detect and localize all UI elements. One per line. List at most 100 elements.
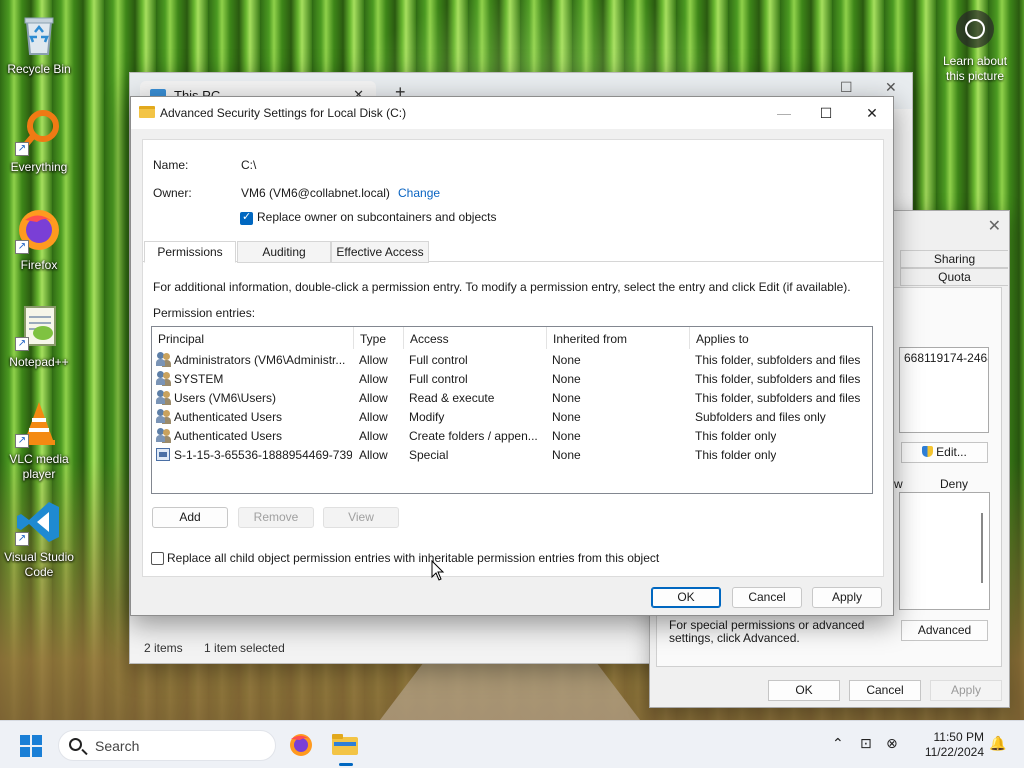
- cell-inherited: None: [552, 391, 581, 405]
- volume-muted-icon[interactable]: ⊗: [886, 735, 898, 752]
- properties-apply-button[interactable]: Apply: [930, 680, 1002, 701]
- learn-about-picture[interactable]: Learn about this picture: [935, 10, 1015, 84]
- cell-principal: Authenticated Users: [174, 429, 283, 443]
- column-principal[interactable]: Principal: [152, 327, 354, 349]
- clock-time: 11:50 PM: [933, 730, 984, 744]
- close-icon[interactable]: ✕: [859, 101, 885, 125]
- clock-date: 11/22/2024: [924, 745, 984, 759]
- desktop-icon-label: Everything: [10, 160, 68, 174]
- folder-icon: [332, 734, 358, 755]
- taskbar-firefox[interactable]: [286, 730, 316, 760]
- table-row[interactable]: Authenticated Users Allow Modify None Su…: [152, 408, 872, 427]
- table-row[interactable]: SYSTEM Allow Full control None This fold…: [152, 370, 872, 389]
- network-icon[interactable]: ⊡: [860, 735, 872, 752]
- info-text: For additional information, double-click…: [153, 280, 851, 294]
- dialog-tabs: Permissions Auditing Effective Access: [143, 240, 883, 263]
- minimize-icon[interactable]: —: [771, 101, 797, 125]
- active-app-indicator: [339, 763, 353, 766]
- cell-applies: Subfolders and files only: [695, 410, 826, 424]
- desktop-icon-recycle-bin[interactable]: Recycle Bin: [1, 10, 77, 77]
- properties-cancel-button[interactable]: Cancel: [849, 680, 921, 701]
- edit-button[interactable]: Edit...: [901, 442, 988, 463]
- start-button[interactable]: [20, 735, 42, 757]
- cell-access: Full control: [409, 372, 468, 386]
- column-type[interactable]: Type: [354, 327, 404, 349]
- cell-applies: This folder, subfolders and files: [695, 353, 861, 367]
- sid-icon: [156, 448, 170, 461]
- replace-owner-checkbox[interactable]: [240, 210, 253, 225]
- apply-button[interactable]: Apply: [812, 587, 882, 608]
- desktop-icon-vlc[interactable]: ↗ VLC media player: [1, 400, 77, 482]
- table-row[interactable]: Users (VM6\Users) Allow Read & execute N…: [152, 389, 872, 408]
- cell-type: Allow: [359, 372, 388, 386]
- cell-principal: Authenticated Users: [174, 410, 283, 424]
- scrollbar[interactable]: [981, 513, 983, 583]
- owner-value: VM6 (VM6@collabnet.local): [241, 186, 390, 200]
- desktop-icon-label: Recycle Bin: [7, 62, 71, 76]
- taskbar-search[interactable]: Search: [58, 730, 276, 761]
- tab-quota[interactable]: Quota: [900, 268, 1008, 286]
- remove-button[interactable]: Remove: [238, 507, 314, 528]
- users-icon: [156, 371, 172, 386]
- desktop-icon-firefox[interactable]: ↗ Firefox: [1, 206, 77, 273]
- desktop-icon-label: Firefox: [20, 258, 58, 272]
- column-applies-to[interactable]: Applies to: [690, 327, 872, 349]
- add-button[interactable]: Add: [152, 507, 228, 528]
- desktop-icon-everything[interactable]: ↗ Everything: [1, 108, 77, 175]
- column-inherited-from[interactable]: Inherited from: [547, 327, 690, 349]
- tab-auditing[interactable]: Auditing: [237, 241, 331, 263]
- maximize-icon[interactable]: ☐: [840, 79, 853, 96]
- permissions-list: [899, 492, 990, 610]
- tab-sharing[interactable]: Sharing: [900, 250, 1008, 268]
- table-row[interactable]: S-1-15-3-65536-1888954469-739... Allow S…: [152, 446, 872, 465]
- tab-permissions[interactable]: Permissions: [144, 241, 236, 263]
- table-row[interactable]: Authenticated Users Allow Create folders…: [152, 427, 872, 446]
- table-row[interactable]: Administrators (VM6\Administr... Allow F…: [152, 351, 872, 370]
- taskbar-clock[interactable]: 11:50 PM 11/22/2024: [912, 730, 984, 760]
- cell-applies: This folder only: [695, 429, 777, 443]
- permission-entries-label: Permission entries:: [153, 306, 256, 320]
- replace-owner-label: Replace owner on subcontainers and objec…: [257, 210, 497, 224]
- users-icon: [156, 352, 172, 367]
- replace-child-permissions-label: Replace all child object permission entr…: [167, 551, 660, 565]
- folder-icon: [139, 106, 155, 118]
- learn-about-label: Learn about this picture: [942, 54, 1008, 83]
- recycle-bin-icon: [15, 10, 63, 58]
- replace-child-permissions-checkbox[interactable]: [151, 552, 164, 565]
- cell-type: Allow: [359, 429, 388, 443]
- search-placeholder: Search: [95, 738, 140, 754]
- properties-ok-button[interactable]: OK: [768, 680, 840, 701]
- users-icon: [156, 409, 172, 424]
- edit-button-label: Edit...: [936, 445, 967, 459]
- advanced-security-dialog: Advanced Security Settings for Local Dis…: [130, 96, 894, 616]
- notification-bell-icon[interactable]: 🔔: [989, 735, 1006, 752]
- close-icon[interactable]: ✕: [885, 79, 897, 96]
- desktop-icon-notepadpp[interactable]: ↗ Notepad++: [1, 303, 77, 370]
- advanced-button[interactable]: Advanced: [901, 620, 988, 641]
- cell-principal: Users (VM6\Users): [174, 391, 277, 405]
- close-icon[interactable]: ✕: [988, 216, 1001, 236]
- permission-entries-table: Principal Type Access Inherited from App…: [151, 326, 873, 494]
- desktop-icon-label: Notepad++: [9, 355, 69, 369]
- ok-button[interactable]: OK: [651, 587, 721, 608]
- cancel-button[interactable]: Cancel: [732, 587, 802, 608]
- column-access[interactable]: Access: [404, 327, 547, 349]
- desktop-icon-vscode[interactable]: ↗ Visual Studio Code: [1, 498, 77, 580]
- camera-icon: [956, 10, 994, 48]
- chevron-up-icon[interactable]: ⌃: [832, 735, 844, 752]
- change-owner-link[interactable]: Change: [398, 186, 440, 200]
- dialog-title: Advanced Security Settings for Local Dis…: [160, 106, 407, 120]
- cell-principal: SYSTEM: [174, 372, 224, 386]
- table-header: Principal Type Access Inherited from App…: [152, 327, 872, 349]
- firefox-icon: [290, 734, 312, 756]
- tab-effective-access[interactable]: Effective Access: [331, 241, 429, 263]
- shield-icon: [922, 446, 934, 457]
- cell-inherited: None: [552, 410, 581, 424]
- cell-inherited: None: [552, 448, 581, 462]
- view-button[interactable]: View: [323, 507, 399, 528]
- shortcut-arrow-icon: ↗: [15, 142, 29, 156]
- maximize-icon[interactable]: ☐: [813, 101, 839, 125]
- taskbar-file-explorer[interactable]: [330, 730, 360, 766]
- cell-applies: This folder, subfolders and files: [695, 391, 861, 405]
- owner-label: Owner:: [153, 186, 192, 200]
